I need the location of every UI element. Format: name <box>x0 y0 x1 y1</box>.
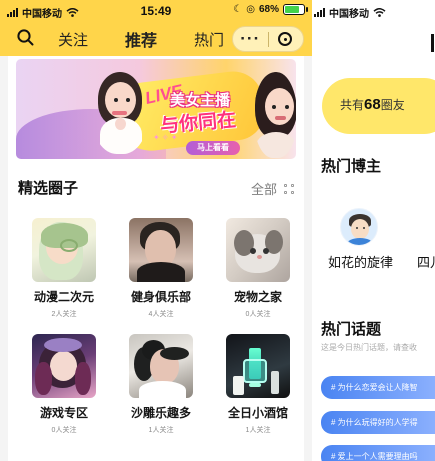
host-portrait-left <box>92 70 148 154</box>
community-screen: 中国移动 共有68圈友 热门博主 如花的旋律 四儿 <box>312 0 435 461</box>
game-circle-image <box>32 334 96 398</box>
circle-followers: 0人关注 <box>245 311 271 318</box>
moon-icon: ☾ <box>233 4 243 15</box>
circle-card-games[interactable]: 游戏专区 0人关注 <box>16 334 114 446</box>
tab-recommended[interactable]: 推荐 <box>123 27 159 51</box>
right-carrier-info: 中国移动 <box>314 5 386 20</box>
circle-card-gym[interactable]: 健身俱乐部 4人关注 <box>113 218 211 330</box>
featured-circles-title: 精选圈子 <box>18 180 79 197</box>
bar-circle-image <box>226 334 290 398</box>
circle-name: 宠物之家 <box>233 290 282 304</box>
status-icons: ☾ ◎ 68% <box>233 4 308 15</box>
circle-followers: 4人关注 <box>148 311 174 318</box>
sparkle-icon: ✦ ✧ ✦ <box>153 133 178 142</box>
signal-icon <box>314 8 325 17</box>
topic-pill[interactable]: # 为什么恋爱会让人降智 <box>321 376 435 399</box>
two-phone-screenshot: 中国移动 15:49 ☾ ◎ 68% 关注 推荐 热门 ··· LIVE 美女主… <box>0 0 435 461</box>
host-portrait-right <box>254 72 296 158</box>
friends-count-text: 共有68圈友 <box>340 96 405 113</box>
blogger-name[interactable]: 四儿 <box>417 252 435 271</box>
gym-circle-image <box>129 218 193 282</box>
search-icon[interactable] <box>16 28 36 48</box>
circle-name: 动漫二次元 <box>33 290 94 304</box>
circle-card-anime[interactable]: 动漫二次元 2人关注 <box>16 218 114 330</box>
circle-followers: 2人关注 <box>51 311 77 318</box>
circle-name: 健身俱乐部 <box>130 290 191 304</box>
hot-bloggers-title: 热门博主 <box>321 158 382 175</box>
blogger-name[interactable]: 如花的旋律 <box>328 252 393 271</box>
right-top-bar <box>312 22 435 58</box>
battery-percent: 68% <box>258 4 279 15</box>
circle-card-pets[interactable]: 宠物之家 0人关注 <box>210 218 304 330</box>
anime-circle-image <box>32 218 96 282</box>
topic-pill[interactable]: # 为什么玩得好的人学得 <box>321 411 435 434</box>
avatar[interactable] <box>340 208 378 246</box>
view-all-label: 全部 <box>250 182 277 197</box>
feed-tabs: 关注 推荐 热门 <box>56 22 226 56</box>
watch-now-button[interactable]: 马上看看 <box>186 141 240 155</box>
grid-icon <box>284 183 294 194</box>
circle-name: 游戏专区 <box>39 406 88 420</box>
circle-followers: 1人关注 <box>245 427 271 434</box>
circle-followers: 0人关注 <box>51 427 77 434</box>
battery-level-fill <box>285 6 299 13</box>
view-all-circles[interactable]: 全部 <box>251 179 294 198</box>
featured-circles-grid: 动漫二次元 2人关注 健身俱乐部 4人关注 宠物之家 0人关注 游戏专区 0人关… <box>16 218 304 448</box>
recommend-screen: 中国移动 15:49 ☾ ◎ 68% 关注 推荐 热门 ··· LIVE 美女主… <box>0 0 312 461</box>
right-status-bar: 中国移动 <box>312 0 435 22</box>
carrier-name: 中国移动 <box>329 9 369 20</box>
topic-pill[interactable]: # 爱上一个人需要理由吗 <box>321 445 435 461</box>
pet-circle-image <box>226 218 290 282</box>
funny-circle-image <box>129 334 193 398</box>
alarm-icon: ◎ <box>246 4 255 15</box>
circle-friends-summary[interactable]: 共有68圈友 <box>322 78 435 134</box>
tab-hot[interactable]: 热门 <box>192 29 226 50</box>
top-navigation: 关注 推荐 热门 ··· <box>0 22 312 56</box>
hot-topics-title: 热门话题 <box>321 321 382 338</box>
circle-followers: 1人关注 <box>148 427 174 434</box>
circle-name: 沙雕乐趣多 <box>130 406 191 420</box>
close-target-icon[interactable] <box>268 27 303 51</box>
recommend-content: LIVE 美女主播 与你同在 ✦ ✧ ✦ 马上看看 精选圈子 全部 动漫二次元 … <box>8 56 304 461</box>
cropped-header-mark <box>431 34 434 52</box>
battery-icon <box>283 4 308 15</box>
hot-topics-subtitle: 这是今日热门话题，请查收 <box>321 343 417 352</box>
status-bar: 中国移动 15:49 ☾ ◎ 68% <box>0 0 312 22</box>
circle-card-funny[interactable]: 沙雕乐趣多 1人关注 <box>113 334 211 446</box>
live-stream-banner[interactable]: LIVE 美女主播 与你同在 ✦ ✧ ✦ 马上看看 <box>16 59 296 159</box>
circle-card-bar[interactable]: 全日小酒馆 1人关注 <box>210 334 304 446</box>
more-icon[interactable]: ··· <box>233 30 268 47</box>
mini-program-capsule: ··· <box>232 26 304 52</box>
tab-following[interactable]: 关注 <box>56 29 90 50</box>
wifi-icon <box>373 7 386 17</box>
circle-name: 全日小酒馆 <box>227 406 288 420</box>
